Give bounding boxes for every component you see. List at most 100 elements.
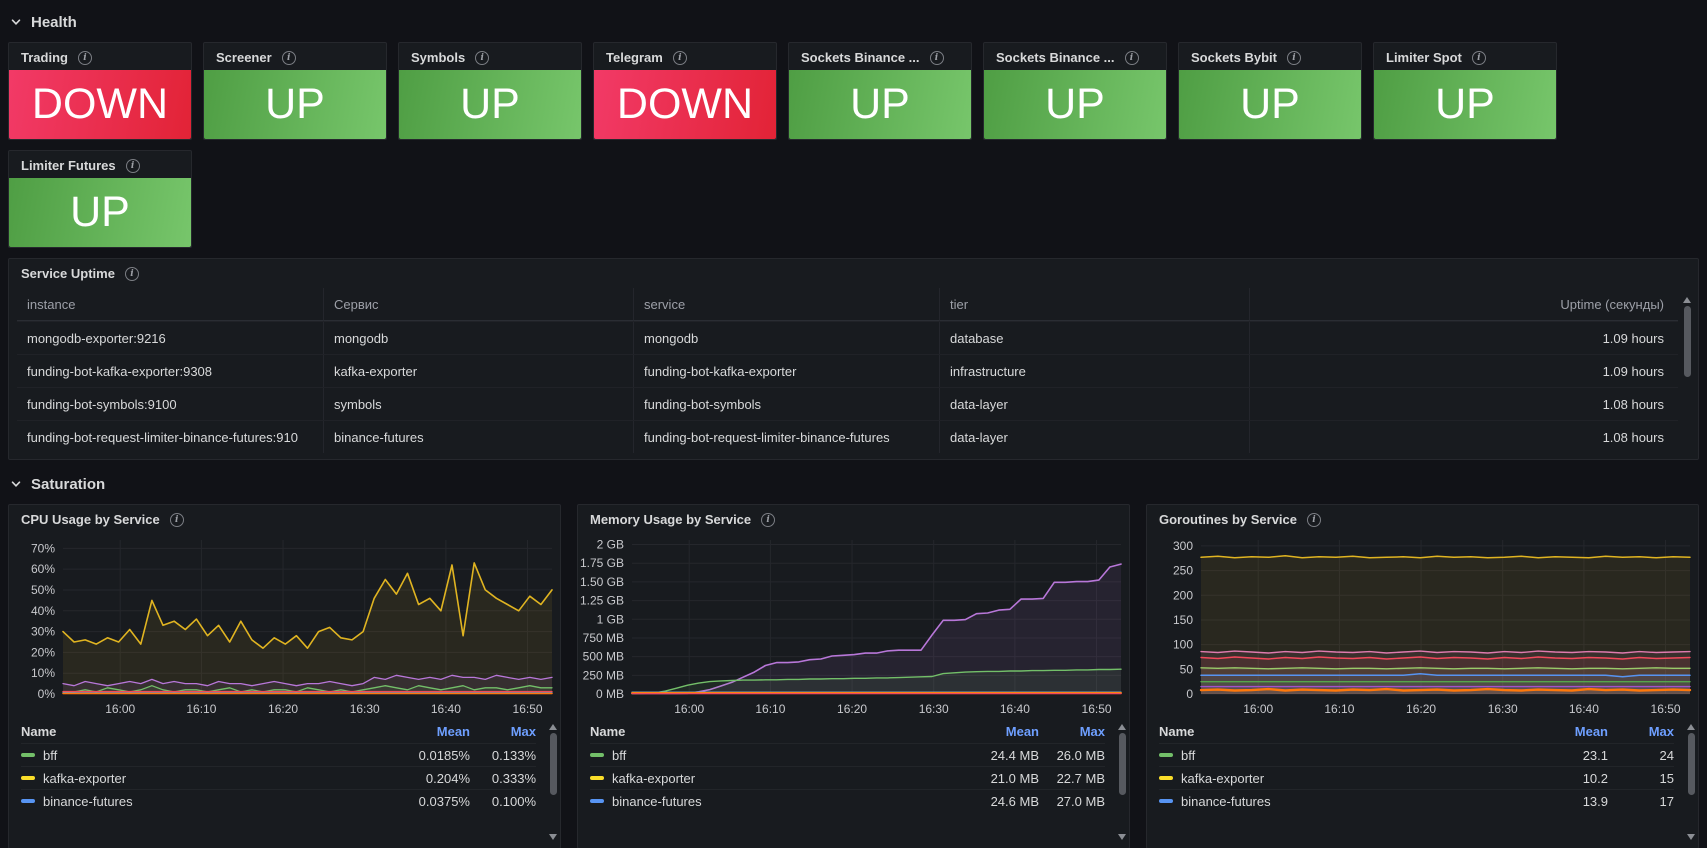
legend-col-name[interactable]: Name — [1159, 724, 1516, 739]
table-cell: kafka-exporter — [323, 355, 633, 387]
series-color-swatch — [21, 799, 35, 803]
legend-row: binance-futures 0.0375% 0.100% — [21, 789, 536, 812]
legend-series-label: kafka-exporter — [43, 770, 127, 786]
legend-scrollbar[interactable] — [1117, 722, 1127, 842]
legend-series-label: binance-futures — [612, 793, 702, 809]
svg-text:200: 200 — [1173, 588, 1193, 602]
legend-series-bff[interactable]: bff — [590, 748, 947, 763]
panel-title: CPU Usage by Service — [21, 512, 160, 527]
legend-series-bff[interactable]: bff — [21, 748, 378, 763]
scroll-down-icon[interactable] — [1687, 834, 1695, 840]
info-icon[interactable]: i — [1286, 50, 1301, 65]
section-header-health[interactable]: Health — [10, 10, 77, 34]
info-icon[interactable]: i — [761, 512, 776, 527]
legend-row: bff 24.4 MB 26.0 MB — [590, 743, 1105, 766]
table-row: funding-bot-symbols:9100 symbols funding-b… — [17, 387, 1678, 420]
legend-col-name[interactable]: Name — [21, 724, 378, 739]
legend-series-kafka-exporter[interactable]: kafka-exporter — [1159, 771, 1516, 786]
series-color-swatch — [21, 776, 35, 780]
status-panel-trading: Trading i DOWN — [8, 42, 192, 140]
info-icon[interactable]: i — [169, 512, 184, 527]
legend-series-label: binance-futures — [43, 793, 133, 809]
scroll-up-icon[interactable] — [1683, 297, 1691, 303]
legend-header: Name Mean Max — [1159, 720, 1674, 743]
scroll-down-icon[interactable] — [1118, 834, 1126, 840]
table-cell: funding-bot-kafka-exporter — [633, 355, 939, 387]
table-cell: data-layer — [939, 388, 1249, 420]
table-cell: 1.08 hours — [1249, 388, 1678, 420]
info-icon[interactable]: i — [1307, 512, 1321, 527]
time-series-plot[interactable]: 0% 10% 20% 30% 40% 50% 60% 70% 16:00 16:10 16:20 16… — [9, 532, 561, 720]
legend-col-name[interactable]: Name — [590, 724, 947, 739]
scrollbar-thumb[interactable] — [549, 733, 557, 796]
legend-series-bff[interactable]: bff — [1159, 748, 1516, 763]
legend-max-value: 22.7 MB — [1056, 770, 1105, 786]
legend-series-binance-futures[interactable]: binance-futures — [590, 794, 947, 809]
legend-col-max[interactable]: Max — [1039, 724, 1105, 739]
info-icon[interactable]: i — [1471, 50, 1486, 65]
legend-col-max[interactable]: Max — [470, 724, 536, 739]
info-icon[interactable]: i — [77, 50, 92, 65]
legend-series-kafka-exporter[interactable]: kafka-exporter — [590, 771, 947, 786]
health-status-row-2: Limiter Futures i UP — [8, 150, 1699, 248]
panel-header: Sockets Binance ... i — [984, 43, 1166, 70]
svg-text:16:10: 16:10 — [755, 702, 785, 716]
column-header-service[interactable]: service — [633, 288, 939, 321]
svg-text:30%: 30% — [31, 625, 55, 639]
scroll-up-icon[interactable] — [1118, 724, 1126, 730]
scroll-up-icon[interactable] — [1687, 724, 1695, 730]
scroll-down-icon[interactable] — [549, 834, 557, 840]
time-series-plot[interactable]: 0 MB 250 MB 500 MB 750 MB 1 GB 1.25 GB 1.50 GB… — [578, 532, 1130, 720]
svg-text:16:30: 16:30 — [1488, 702, 1518, 716]
table-header-row: instance Сервис service tier Uptime (секунды… — [17, 288, 1678, 321]
panel-title: Trading — [21, 50, 68, 65]
info-icon[interactable]: i — [125, 158, 140, 173]
legend-max-value: 17 — [1659, 793, 1674, 809]
info-icon[interactable]: i — [281, 50, 296, 65]
legend-series-label: kafka-exporter — [1181, 770, 1265, 786]
legend-mean-value: 13.9 — [1582, 793, 1608, 809]
table-cell: mongodb — [323, 322, 633, 354]
legend-col-mean[interactable]: Mean — [947, 724, 1039, 739]
info-icon[interactable]: i — [929, 50, 944, 65]
svg-text:300: 300 — [1173, 539, 1193, 553]
column-header-item[interactable]: Сервис — [323, 288, 633, 321]
info-icon[interactable]: i — [672, 50, 687, 65]
status-panel-limiter-futures: Limiter Futures i UP — [8, 150, 192, 248]
legend-series-kafka-exporter[interactable]: kafka-exporter — [21, 771, 378, 786]
scrollbar-thumb[interactable] — [1687, 733, 1695, 796]
legend-series-binance-futures[interactable]: binance-futures — [21, 794, 378, 809]
svg-text:1.75 GB: 1.75 GB — [580, 556, 624, 570]
info-icon[interactable]: i — [475, 50, 490, 65]
panel-title: Service Uptime — [21, 266, 115, 281]
legend-col-mean[interactable]: Mean — [1516, 724, 1608, 739]
svg-text:16:00: 16:00 — [105, 702, 135, 716]
panel-title: Limiter Spot — [1386, 50, 1462, 65]
legend-col-mean[interactable]: Mean — [378, 724, 470, 739]
scrollbar-thumb[interactable] — [1683, 306, 1691, 377]
svg-text:250 MB: 250 MB — [583, 668, 624, 682]
column-header-uptime[interactable]: Uptime (секунды) — [1249, 288, 1678, 321]
status-value: UP — [399, 70, 581, 139]
panel-header: Sockets Binance ... i — [789, 43, 971, 70]
time-series-plot[interactable]: 0 50 100 150 200 250 300 16:00 16:10 16:20 16:30 16… — [1147, 532, 1699, 720]
column-header-instance[interactable]: instance — [17, 288, 323, 321]
legend-scrollbar[interactable] — [1686, 722, 1696, 842]
chart-panel-cpu-usage-by-service: CPU Usage by Service i 0% 10% 20% 30% 40% 50% 60… — [8, 504, 561, 848]
status-value: UP — [9, 178, 191, 247]
legend-scrollbar[interactable] — [548, 722, 558, 842]
table-scrollbar[interactable] — [1682, 295, 1692, 449]
info-icon[interactable]: i — [124, 266, 139, 281]
scrollbar-thumb[interactable] — [1118, 733, 1126, 796]
section-header-saturation[interactable]: Saturation — [10, 472, 105, 496]
info-icon[interactable]: i — [1124, 50, 1139, 65]
svg-text:16:10: 16:10 — [1324, 702, 1354, 716]
legend-col-max[interactable]: Max — [1608, 724, 1674, 739]
column-header-tier[interactable]: tier — [939, 288, 1249, 321]
scroll-up-icon[interactable] — [549, 724, 557, 730]
panel-title: Memory Usage by Service — [590, 512, 752, 527]
svg-text:0 MB: 0 MB — [596, 687, 624, 701]
svg-text:2 GB: 2 GB — [597, 538, 624, 552]
table-cell: 1.09 hours — [1249, 355, 1678, 387]
legend-series-binance-futures[interactable]: binance-futures — [1159, 794, 1516, 809]
